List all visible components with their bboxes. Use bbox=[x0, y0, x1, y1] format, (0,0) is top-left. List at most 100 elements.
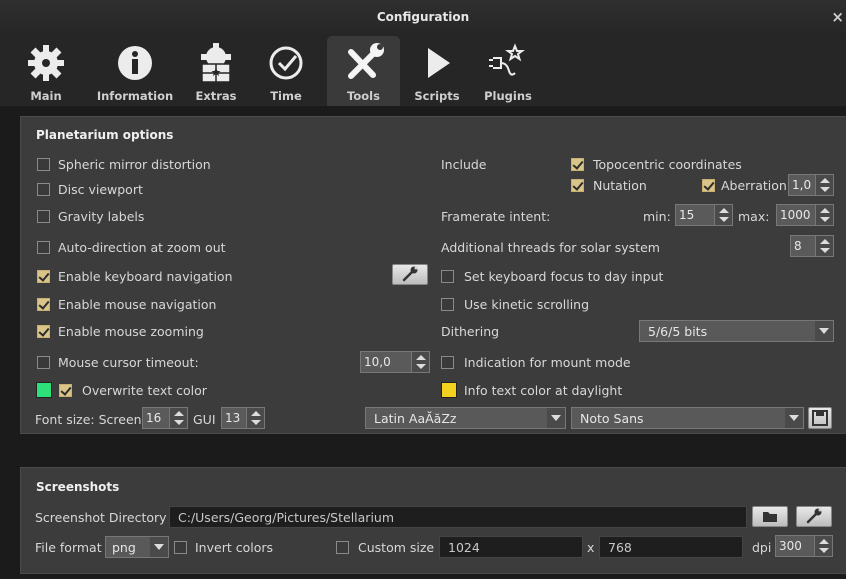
spin-arrows[interactable] bbox=[814, 536, 832, 556]
keyboard-nav-checkbox[interactable] bbox=[37, 270, 50, 283]
spheric-mirror-label: Spheric mirror distortion bbox=[58, 157, 211, 172]
spin-arrows[interactable] bbox=[246, 408, 264, 428]
info-icon bbox=[118, 46, 152, 80]
framerate-min-label: min: bbox=[643, 209, 671, 224]
field-value: 1024 bbox=[448, 540, 480, 555]
aberration-spinbox[interactable]: 1,0 bbox=[788, 174, 834, 196]
overwrite-text-color-checkbox[interactable] bbox=[59, 384, 72, 397]
tab-label: Information bbox=[96, 89, 174, 103]
mount-mode-label: Indication for mount mode bbox=[464, 355, 631, 370]
spin-value: 1000 bbox=[780, 208, 811, 222]
chevron-down-icon[interactable] bbox=[150, 537, 168, 557]
text-color-swatch[interactable] bbox=[36, 382, 52, 398]
font-script-select[interactable]: Latin AaĂăZz bbox=[365, 407, 566, 429]
invert-colors-checkbox[interactable] bbox=[174, 541, 187, 554]
spin-arrows[interactable] bbox=[815, 236, 833, 256]
field-value: 768 bbox=[608, 540, 632, 555]
tab-scripts[interactable]: Scripts bbox=[405, 36, 469, 106]
include-label: Include bbox=[441, 157, 487, 172]
chevron-down-icon[interactable] bbox=[785, 408, 803, 428]
gui-font-size-spinbox[interactable]: 13 bbox=[221, 407, 265, 429]
screen-font-size-spinbox[interactable]: 16 bbox=[142, 407, 188, 429]
spin-arrows[interactable] bbox=[815, 175, 833, 195]
threads-spinbox[interactable]: 8 bbox=[790, 235, 834, 257]
play-icon bbox=[428, 48, 450, 78]
save-font-button[interactable] bbox=[808, 407, 832, 429]
spin-arrows[interactable] bbox=[411, 352, 429, 372]
chevron-down-icon[interactable] bbox=[547, 408, 565, 428]
keyboard-focus-checkbox[interactable] bbox=[441, 270, 454, 283]
custom-size-label: Custom size bbox=[358, 540, 435, 555]
font-family-select[interactable]: Noto Sans bbox=[571, 407, 804, 429]
mouse-nav-checkbox[interactable] bbox=[37, 298, 50, 311]
screenshot-dir-label: Screenshot Directory bbox=[35, 510, 167, 525]
spin-arrows[interactable] bbox=[714, 205, 732, 225]
dpi-spinbox[interactable]: 300 bbox=[775, 535, 833, 557]
mouse-cursor-timeout-checkbox[interactable] bbox=[37, 356, 50, 369]
tab-plugins[interactable]: Plugins bbox=[476, 36, 540, 106]
size-separator: x bbox=[587, 540, 595, 555]
tab-main[interactable]: Main bbox=[14, 36, 78, 106]
keyboard-shortcuts-button[interactable] bbox=[392, 264, 428, 285]
screenshot-dir-field[interactable]: C:/Users/Georg/Pictures/Stellarium bbox=[169, 506, 747, 528]
section-title: Planetarium options bbox=[36, 128, 174, 142]
tab-information[interactable]: Information bbox=[92, 36, 178, 106]
daylight-color-swatch[interactable] bbox=[441, 382, 457, 398]
browse-folder-button[interactable] bbox=[752, 506, 788, 527]
tab-label: Scripts bbox=[414, 89, 460, 103]
custom-size-checkbox[interactable] bbox=[336, 541, 349, 554]
auto-direction-checkbox[interactable] bbox=[37, 241, 50, 254]
custom-height-field[interactable]: 768 bbox=[599, 536, 743, 558]
wrench-icon bbox=[806, 508, 822, 524]
mouse-zoom-checkbox[interactable] bbox=[37, 325, 50, 338]
info-daylight-label: Info text color at daylight bbox=[464, 383, 623, 398]
framerate-max-spinbox[interactable]: 1000 bbox=[776, 204, 834, 226]
folder-icon bbox=[763, 512, 777, 522]
overwrite-text-color-label: Overwrite text color bbox=[82, 383, 207, 398]
spin-arrows[interactable] bbox=[169, 408, 187, 428]
keyboard-focus-label: Set keyboard focus to day input bbox=[464, 269, 664, 284]
framerate-max-label: max: bbox=[738, 209, 770, 224]
close-icon[interactable]: × bbox=[831, 8, 844, 26]
window-title: Configuration bbox=[376, 10, 470, 24]
spin-value: 300 bbox=[779, 539, 802, 553]
section-title: Screenshots bbox=[36, 480, 120, 494]
tab-label: Main bbox=[30, 89, 62, 103]
spin-value: 15 bbox=[679, 208, 695, 222]
gravity-labels-checkbox[interactable] bbox=[37, 210, 50, 223]
chevron-down-icon[interactable] bbox=[815, 321, 833, 341]
spheric-mirror-checkbox[interactable] bbox=[37, 158, 50, 171]
tab-time[interactable]: Time bbox=[258, 36, 314, 106]
nutation-checkbox[interactable] bbox=[571, 179, 584, 192]
auto-direction-label: Auto-direction at zoom out bbox=[58, 240, 226, 255]
mouse-nav-label: Enable mouse navigation bbox=[58, 297, 217, 312]
aberration-label: Aberration bbox=[721, 178, 787, 193]
dpi-label: dpi bbox=[752, 540, 772, 555]
framerate-min-spinbox[interactable]: 15 bbox=[675, 204, 733, 226]
file-format-select[interactable]: png bbox=[105, 536, 169, 558]
spin-arrows[interactable] bbox=[815, 205, 833, 225]
dithering-select[interactable]: 5/6/5 bits bbox=[639, 320, 834, 342]
disc-viewport-label: Disc viewport bbox=[58, 182, 143, 197]
tab-tools[interactable]: Tools bbox=[327, 36, 400, 106]
field-value: C:/Users/Georg/Pictures/Stellarium bbox=[178, 510, 395, 525]
dithering-label: Dithering bbox=[441, 324, 500, 339]
spin-value: 8 bbox=[794, 239, 802, 253]
mount-mode-checkbox[interactable] bbox=[441, 356, 454, 369]
topocentric-label: Topocentric coordinates bbox=[593, 157, 742, 172]
mouse-cursor-timeout-spinbox[interactable]: 10,0 bbox=[360, 351, 430, 373]
tab-extras[interactable]: Extras bbox=[184, 36, 248, 106]
extras-gear-icon bbox=[201, 43, 231, 83]
aberration-checkbox[interactable] bbox=[702, 179, 715, 192]
kinetic-scroll-checkbox[interactable] bbox=[441, 298, 454, 311]
screenshots-panel: Screenshots Screenshot Directory C:/User… bbox=[20, 467, 846, 574]
keyboard-nav-label: Enable keyboard navigation bbox=[58, 269, 233, 284]
spin-value: 1,0 bbox=[792, 178, 812, 192]
screenshot-settings-button[interactable] bbox=[796, 506, 832, 527]
file-format-label: File format bbox=[35, 540, 102, 555]
font-size-label: Font size: Screen bbox=[35, 412, 142, 427]
topocentric-checkbox[interactable] bbox=[571, 158, 584, 171]
disc-viewport-checkbox[interactable] bbox=[37, 183, 50, 196]
custom-width-field[interactable]: 1024 bbox=[439, 536, 583, 558]
save-icon bbox=[812, 410, 828, 426]
